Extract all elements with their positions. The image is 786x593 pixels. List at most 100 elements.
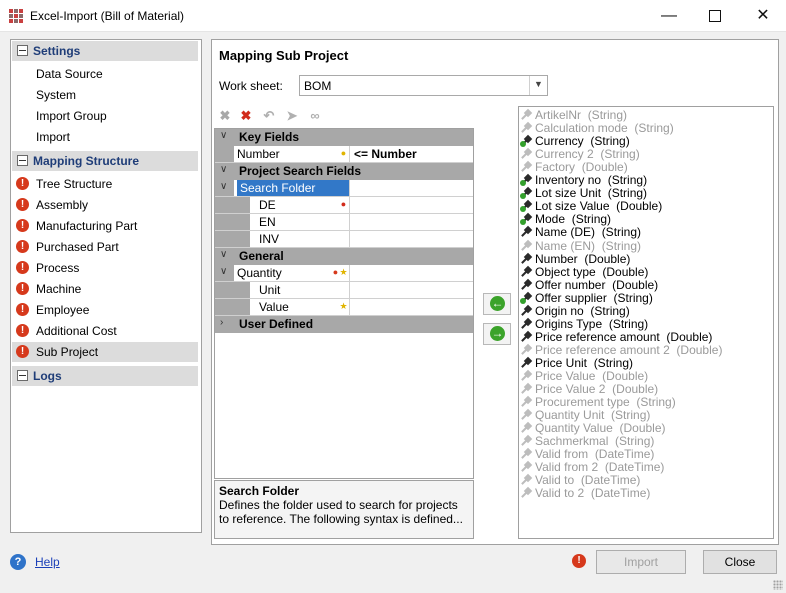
nav-item-process[interactable]: ! Process [12,258,198,278]
chevron-down-icon[interactable]: ∨ [220,249,227,260]
row-quantity[interactable]: ∨ Quantity ● ★ [215,265,473,282]
logs-section-header[interactable]: Logs [12,366,198,386]
nav-item-additional-cost[interactable]: ! Additional Cost [12,321,198,341]
chevron-down-icon[interactable]: ∨ [220,181,227,192]
field-type: (String) [636,395,676,410]
field-name: Valid to 2 [535,486,585,501]
field-type: (Double) [676,342,723,357]
description-panel: Search Folder Defines the folder used to… [214,480,474,539]
nav-item-manufacturing-part[interactable]: ! Manufacturing Part [12,216,198,236]
chevron-right-icon[interactable]: › [220,317,223,328]
close-window-button[interactable]: ✕ [740,0,786,31]
field-name: Quantity Unit [535,408,605,423]
key-icon: ● [340,148,347,158]
field-list-item-label: Valid to (DateTime) [535,474,640,487]
category-key-fields[interactable]: ∨ Key Fields [215,129,473,146]
field-name: Object type [535,264,596,279]
assign-left-button[interactable]: ← [483,293,511,315]
assign-right-button[interactable]: → [483,323,511,345]
pin-icon [521,306,531,317]
pin-icon [521,280,531,291]
field-list-item-label: ArtikelNr (String) [535,109,627,122]
assign-icon[interactable]: ➤ [284,108,300,124]
chevron-down-icon[interactable]: ∨ [220,164,227,175]
chevron-down-icon[interactable]: ▼ [529,76,547,95]
delete-all-icon[interactable]: ✖ [238,108,254,124]
chevron-down-icon[interactable]: ∨ [220,266,227,277]
field-list-item-label: Calculation mode (String) [535,122,674,135]
nav-item-assembly[interactable]: ! Assembly [12,195,198,215]
pin-icon [521,410,531,421]
row-unit[interactable]: Unit [215,282,473,299]
nav-item-import-group[interactable]: Import Group [12,106,198,126]
field-name: Price Value 2 [535,382,606,397]
field-type: (String) [600,147,640,162]
field-name: Inventory no [535,173,602,188]
nav-item-machine[interactable]: ! Machine [12,279,198,299]
field-list-item-label: Origin no (String) [535,303,630,318]
field-list-item-label: Factory (Double) [535,161,628,174]
field-list-item-label: Lot size Value (Double) [535,200,662,213]
field-type: (Double) [666,329,713,344]
field-list-item-label: Origins Type (String) [535,317,648,331]
close-button[interactable]: Close [703,550,777,574]
category-project-search-fields[interactable]: ∨ Project Search Fields [215,163,473,180]
source-field-list[interactable]: ArtikelNr (String) Calculation mode (Stri… [518,106,774,539]
delete-icon[interactable]: ✖ [217,108,233,124]
field-type: (Double) [616,199,663,214]
mapping-structure-section-header[interactable]: Mapping Structure [12,151,198,171]
nav-item-employee[interactable]: ! Employee [12,300,198,320]
error-icon: ! [16,345,29,358]
row-value[interactable]: Value ★ [215,299,473,316]
pin-icon [521,227,531,238]
field-name: Valid from [535,447,589,462]
key-icon: ● [340,199,347,209]
nav-item-sub-project[interactable]: ! Sub Project [12,342,198,362]
field-type: (Double) [619,421,666,436]
nav-item-data-source[interactable]: Data Source [12,64,198,84]
resize-grip[interactable] [773,580,783,590]
field-name: Origin no [535,303,584,318]
field-list-item-label: Object type (Double) [535,264,649,279]
field-type: (String) [590,303,630,318]
field-list-item-label: Price Value 2 (Double) [535,383,658,396]
settings-section-header[interactable]: Settings [12,41,198,61]
nav-item-tree-structure[interactable]: ! Tree Structure [12,174,198,194]
pin-icon [521,371,531,382]
row-inv[interactable]: INV [215,231,473,248]
collapse-icon[interactable] [17,155,28,166]
field-type: (String) [590,134,630,149]
pin-icon [521,475,531,486]
help-link[interactable]: Help [35,555,60,569]
error-icon: ! [16,324,29,337]
field-list-item-label: Currency (String) [535,135,630,148]
nav-item-system[interactable]: System [12,85,198,105]
field-name: Price Value [535,369,596,383]
field-name: Currency [535,134,584,149]
field-name: Price reference amount 2 [535,342,670,357]
nav-item-purchased-part[interactable]: ! Purchased Part [12,237,198,257]
link-icon[interactable]: ∞ [307,108,323,124]
row-de[interactable]: DE ● [215,197,473,214]
import-button[interactable]: Import [596,550,686,574]
minimize-button[interactable]: — [646,0,692,31]
category-user-defined[interactable]: › User Defined [215,316,473,333]
help-icon[interactable]: ? [10,554,26,570]
field-list-item-label: Price Unit (String) [535,356,633,370]
maximize-button[interactable] [692,0,738,31]
field-type: (Double) [612,277,659,292]
pin-icon [521,123,531,134]
row-number[interactable]: Number ● <= Number [215,146,473,163]
field-list-item-label: Price Value (Double) [535,370,648,383]
worksheet-select[interactable]: BOM ▼ [299,75,548,96]
collapse-icon[interactable] [17,370,28,381]
chevron-down-icon[interactable]: ∨ [220,130,227,141]
row-en[interactable]: EN [215,214,473,231]
collapse-icon[interactable] [17,45,28,56]
field-type: (Double) [584,251,631,266]
undo-icon[interactable]: ↶ [261,108,277,124]
field-type: (Double) [602,264,649,279]
row-search-folder[interactable]: ∨ Search Folder [215,180,473,197]
category-general[interactable]: ∨ General [215,248,473,265]
nav-item-import[interactable]: Import [12,127,198,147]
